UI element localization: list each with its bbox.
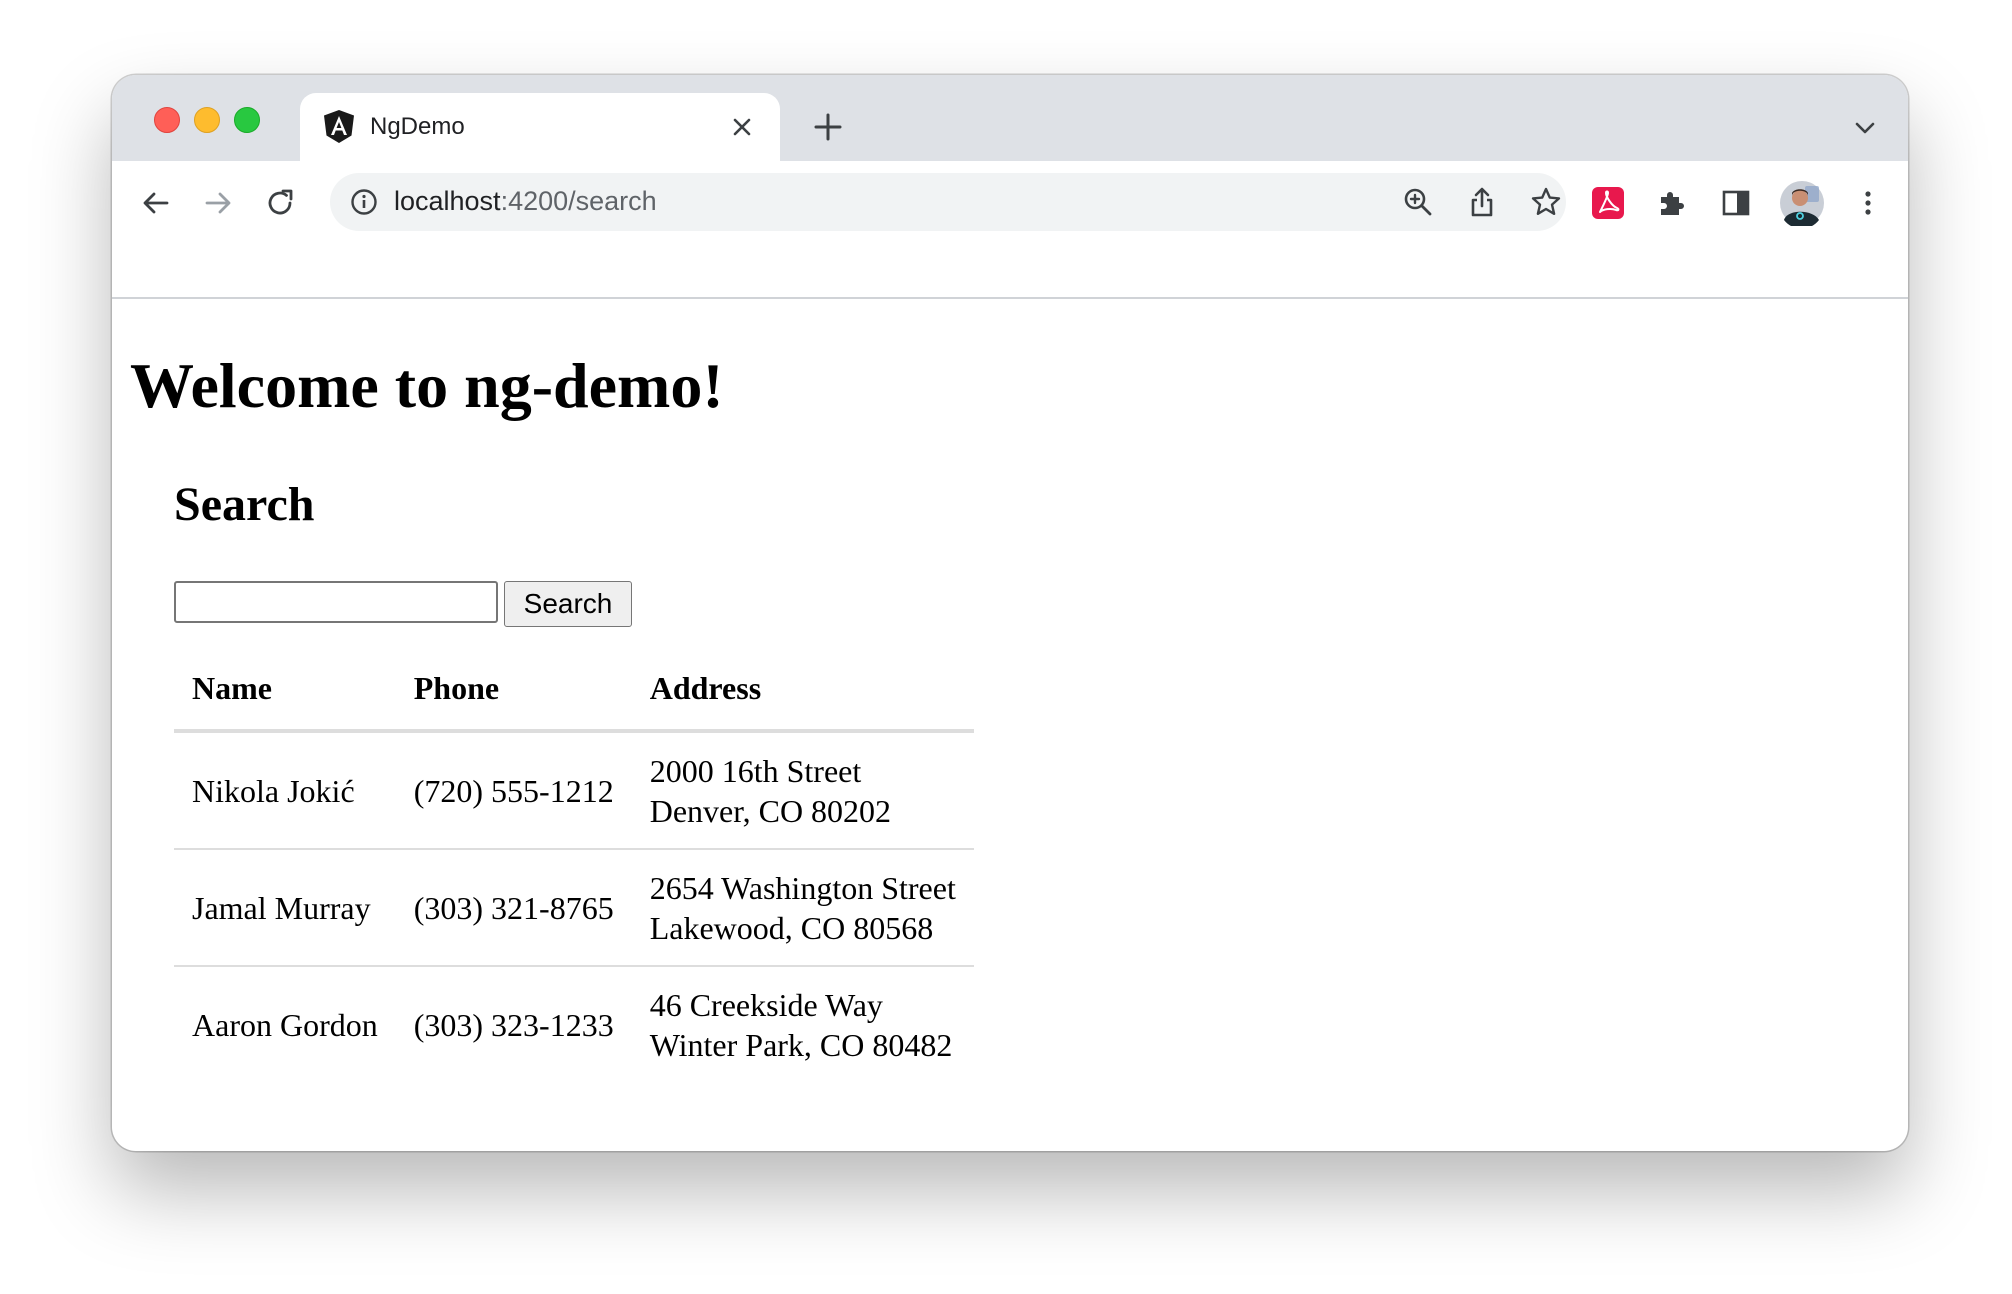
table-row: Nikola Jokić (720) 555-1212 2000 16th St… [174, 731, 974, 850]
cell-name: Jamal Murray [174, 849, 396, 967]
new-tab-icon[interactable] [812, 111, 844, 143]
search-heading: Search [174, 478, 315, 531]
address-city: Winter Park, CO 80482 [649, 1026, 953, 1063]
cell-name: Aaron Gordon [192, 1006, 378, 1043]
table-row: Jamal Murray (303) 321-8765 2654 Washing… [174, 849, 974, 967]
page-content: Welcome to ng-demo! Search Search Name P… [112, 299, 1908, 1151]
column-header-phone: Phone [395, 647, 632, 733]
column-header-name: Name [174, 647, 396, 733]
profile-avatar[interactable] [1778, 179, 1826, 227]
page-title: Welcome to ng-demo! [130, 350, 724, 421]
address-city: Denver, CO 80202 [649, 792, 892, 829]
address-street: 46 Creekside Way [649, 986, 883, 1023]
cell-address: 46 Creekside Way Winter Park, CO 80482 [632, 966, 974, 1082]
reload-icon[interactable] [260, 183, 300, 223]
bookmark-star-icon[interactable] [1530, 186, 1562, 218]
extensions-puzzle-icon[interactable] [1652, 183, 1692, 223]
side-panel-icon[interactable] [1716, 183, 1756, 223]
tab-ngdemo[interactable]: NgDemo [300, 93, 780, 161]
cell-address: 2654 Washington Street Lakewood, CO 8056… [631, 849, 974, 967]
url-text: localhost:4200/search [394, 186, 657, 217]
tab-search-chevron-icon[interactable] [1852, 115, 1878, 141]
browser-window: NgDemo localhost:4200/search Welcome to … [112, 75, 1908, 1151]
close-window-button[interactable] [154, 107, 180, 133]
address-street: 2654 Washington Street [649, 869, 956, 906]
angular-logo-icon [322, 109, 356, 145]
search-input[interactable] [174, 581, 498, 623]
minimize-window-button[interactable] [194, 107, 220, 133]
column-header-address: Address [631, 647, 974, 733]
more-menu-icon[interactable] [1848, 183, 1888, 223]
address-street: 2000 16th Street [649, 752, 862, 789]
cell-phone: (303) 323-1233 [413, 1006, 614, 1043]
acrobat-extension-icon[interactable] [1588, 183, 1628, 223]
results-table: Name Phone Address Nikola Jokić (720) 55… [174, 647, 974, 1082]
table-row: Aaron Gordon (303) 323-1233 46 Creekside… [174, 966, 974, 1082]
share-icon[interactable] [1466, 186, 1498, 218]
address-city: Lakewood, CO 80568 [649, 909, 934, 946]
search-button[interactable]: Search [504, 581, 632, 627]
maximize-window-button[interactable] [234, 107, 260, 133]
cell-phone: (303) 321-8765 [395, 849, 632, 967]
browser-toolbar: localhost:4200/search [112, 161, 1908, 247]
forward-icon[interactable] [198, 183, 238, 223]
close-tab-icon[interactable] [728, 113, 756, 141]
cell-phone: (720) 555-1212 [395, 731, 632, 850]
table-header-row: Name Phone Address [174, 647, 974, 733]
tab-strip: NgDemo [112, 75, 1908, 161]
address-bar[interactable]: localhost:4200/search [330, 173, 1566, 231]
site-info-icon[interactable] [350, 188, 378, 216]
url-path: :4200/search [500, 186, 657, 216]
tab-title: NgDemo [370, 113, 465, 140]
cell-address: 2000 16th Street Denver, CO 80202 [631, 731, 974, 850]
cell-name: Nikola Jokić [174, 731, 396, 850]
back-icon[interactable] [136, 183, 176, 223]
url-host: localhost [394, 186, 501, 216]
zoom-icon[interactable] [1402, 186, 1434, 218]
